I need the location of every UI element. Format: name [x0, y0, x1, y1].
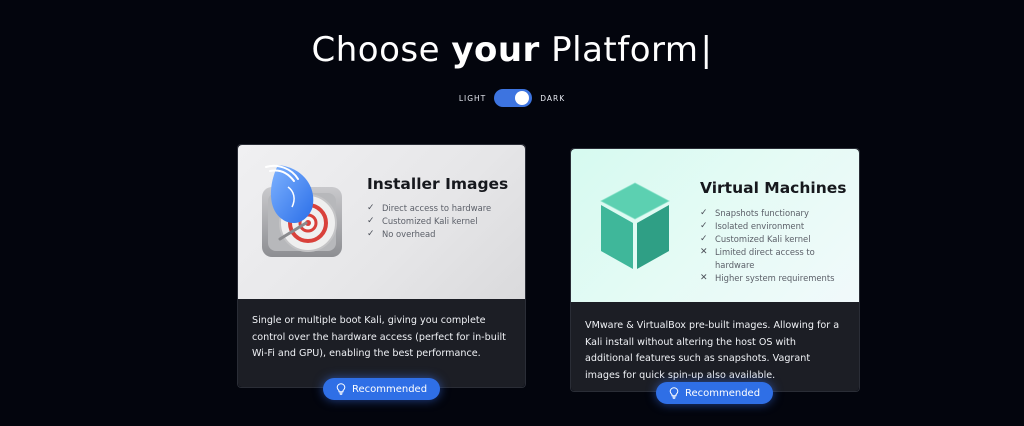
- theme-toggle-switch[interactable]: [494, 89, 533, 107]
- feature-item: ✓ Direct access to hardware: [367, 203, 492, 213]
- theme-dark-label[interactable]: DARK: [540, 94, 565, 103]
- check-icon: ✓: [367, 216, 375, 226]
- feature-item: ✓ No overhead: [367, 229, 436, 239]
- card-description: VMware & VirtualBox pre-built images. Al…: [571, 302, 859, 391]
- lightbulb-icon: [669, 387, 679, 399]
- installer-disk-icon: [248, 157, 348, 265]
- feature-item: ✓ Customized Kali kernel: [700, 234, 811, 244]
- feature-item: ✓ Customized Kali kernel: [367, 216, 478, 226]
- recommended-badge[interactable]: Recommended: [323, 378, 440, 400]
- card-header: Virtual Machines ✓ Snapshots functionary …: [571, 149, 859, 302]
- title-bold-word: your: [451, 30, 540, 70]
- virtual-machines-card[interactable]: Virtual Machines ✓ Snapshots functionary …: [570, 148, 860, 392]
- title-part2: Platform: [551, 30, 699, 70]
- page-title: Choose your Platform|: [0, 30, 1024, 70]
- feature-item: ✓ Snapshots functionary: [700, 208, 809, 218]
- feature-list: ✓ Direct access to hardware ✓ Customized K…: [367, 202, 491, 241]
- check-icon: ✓: [367, 229, 375, 239]
- theme-light-label[interactable]: LIGHT: [459, 94, 486, 103]
- check-icon: ✓: [700, 234, 708, 244]
- recommended-badge[interactable]: Recommended: [656, 382, 773, 404]
- installer-images-card[interactable]: Installer Images ✓ Direct access to hardw…: [237, 144, 526, 388]
- lightbulb-icon: [336, 383, 346, 395]
- feature-item: ✕ Limited direct access to hardware: [700, 247, 815, 270]
- typing-caret: |: [700, 30, 713, 70]
- title-part1: Choose: [311, 30, 441, 70]
- card-header: Installer Images ✓ Direct access to hardw…: [238, 145, 525, 299]
- theme-toggle-row: LIGHT DARK: [0, 89, 1024, 107]
- card-title: Installer Images: [367, 175, 509, 193]
- card-description: Single or multiple boot Kali, giving you…: [238, 299, 525, 387]
- check-icon: ✓: [700, 208, 708, 218]
- badge-label: Recommended: [684, 387, 761, 399]
- feature-item: ✓ Isolated environment: [700, 221, 805, 231]
- badge-label: Recommended: [351, 383, 428, 395]
- toggle-knob: [515, 91, 530, 105]
- check-icon: ✓: [367, 203, 375, 213]
- feature-item: ✕ Higher system requirements: [700, 273, 835, 283]
- cross-icon: ✕: [700, 273, 708, 283]
- cube-icon: [595, 179, 675, 273]
- check-icon: ✓: [700, 221, 708, 231]
- cross-icon: ✕: [700, 247, 708, 257]
- card-title: Virtual Machines: [700, 179, 847, 197]
- feature-list: ✓ Snapshots functionary ✓ Isolated environ…: [700, 207, 835, 285]
